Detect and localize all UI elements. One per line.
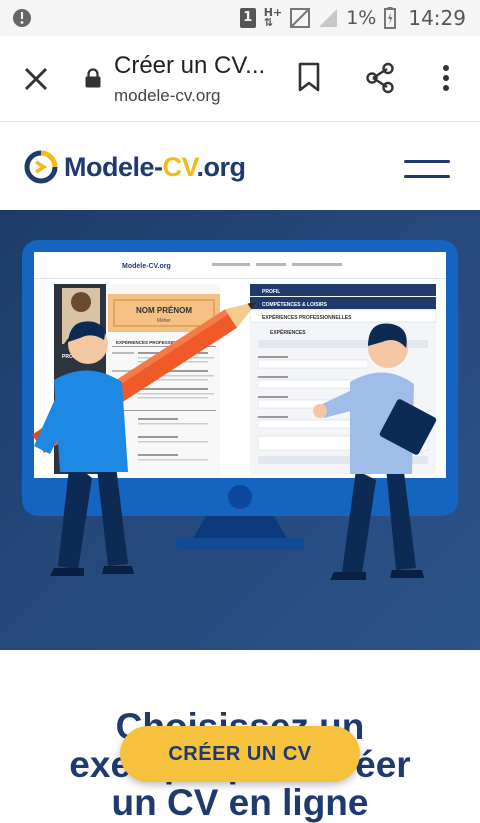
sim-icon: 1 — [239, 8, 256, 28]
cv-builder-illustration: Modele-CV.org NOM PRÉNOM Métier PROFIL E… — [22, 240, 458, 580]
create-cv-button[interactable]: CRÉER UN CV — [120, 726, 360, 782]
status-bar: 1 H+ ⇅ 1% 14:29 — [0, 0, 480, 36]
svg-text:COMPÉTENCES & LOISIRS: COMPÉTENCES & LOISIRS — [262, 300, 328, 308]
monitor-button — [228, 485, 252, 509]
lock-icon — [85, 68, 101, 88]
menu-bar-icon — [404, 175, 450, 178]
svg-text:Modele-CV.org: Modele-CV.org — [122, 263, 171, 270]
svg-text:NOM PRÉNOM: NOM PRÉNOM — [136, 306, 192, 315]
network-type-label: H+ ⇅ — [263, 6, 283, 29]
page-title: Créer un CV... — [114, 52, 266, 79]
share-icon[interactable] — [364, 62, 396, 94]
clock: 14:29 — [408, 6, 466, 30]
close-icon[interactable] — [20, 63, 52, 95]
logo-text: Modele-CV.org — [64, 151, 246, 182]
signal-strength-icon — [319, 9, 338, 27]
hero-illustration: Modele-CV.org NOM PRÉNOM Métier PROFIL E… — [0, 210, 480, 650]
svg-text:EXPÉRIENCES: EXPÉRIENCES — [270, 328, 306, 336]
more-options-icon[interactable] — [436, 62, 456, 94]
monitor-stand — [192, 516, 288, 540]
sync-status-icon — [13, 9, 31, 27]
logo-mark-icon — [24, 150, 58, 184]
bookmark-icon[interactable] — [296, 62, 322, 92]
browser-toolbar: Créer un CV... modele-cv.org — [0, 36, 480, 122]
battery-icon — [384, 7, 397, 29]
svg-text:PROFIL: PROFIL — [262, 289, 280, 295]
battery-percent: 1% — [346, 7, 377, 29]
site-header: Modele-CV.org — [0, 122, 480, 210]
url-text[interactable]: modele-cv.org — [114, 86, 220, 106]
signal-empty-icon — [290, 8, 311, 28]
monitor-base — [176, 538, 304, 550]
svg-text:Métier: Métier — [157, 318, 171, 324]
hamburger-menu-button[interactable] — [404, 160, 452, 180]
svg-text:EXPÉRIENCES PROFESSIONNELLES: EXPÉRIENCES PROFESSIONNELLES — [262, 313, 352, 321]
site-logo[interactable]: Modele-CV.org — [24, 150, 246, 184]
menu-bar-icon — [404, 160, 450, 163]
main-content: Choisissez un exemple pour créer un CV e… — [0, 650, 480, 822]
